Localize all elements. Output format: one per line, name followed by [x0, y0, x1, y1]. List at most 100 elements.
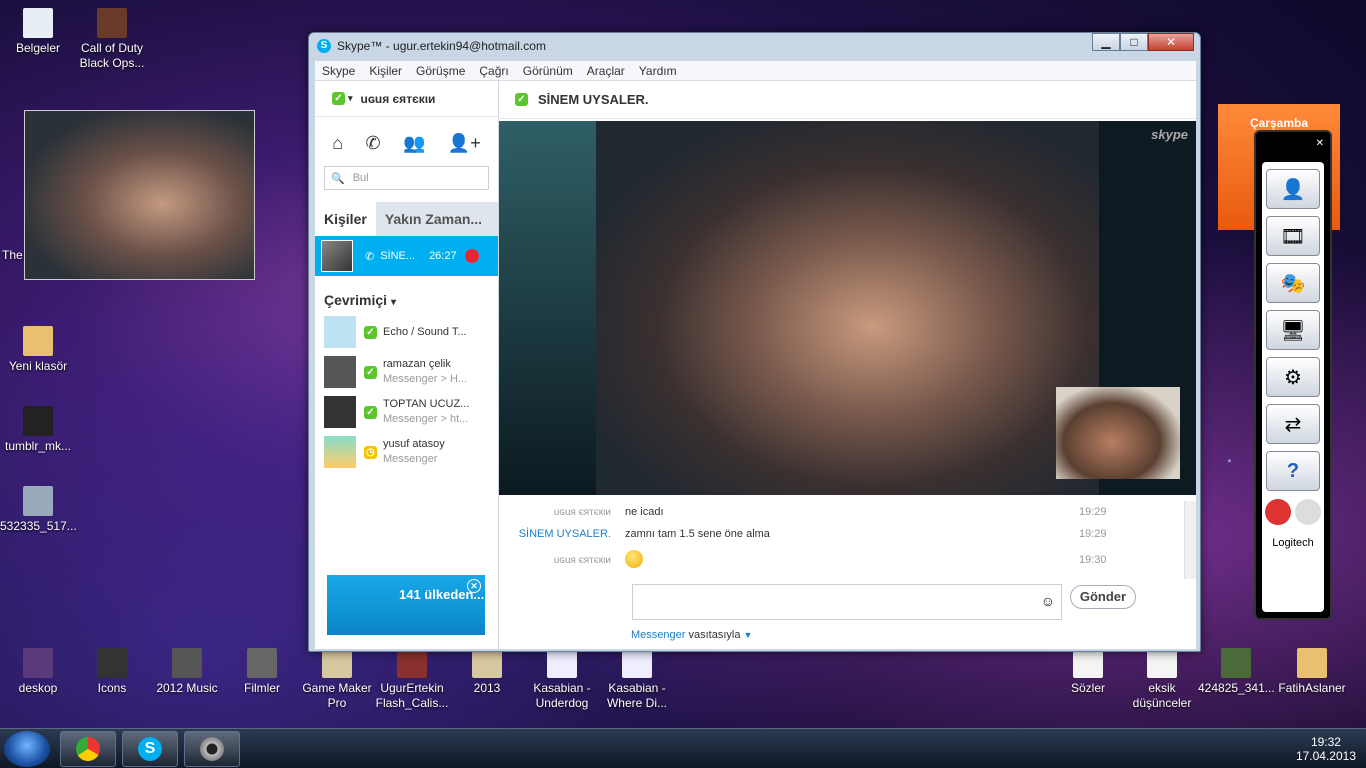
menu-araclar[interactable]: Araçlar — [580, 64, 632, 78]
menu-kisiler[interactable]: Kişiler — [362, 64, 409, 78]
desktop-icon-532335[interactable]: 532335_517... — [0, 486, 77, 534]
home-icon[interactable]: ⌂ — [332, 133, 343, 154]
desktop-icon-kasabian-underdog[interactable]: Kasabian - Underdog — [524, 648, 600, 711]
chat-partner-name: SİNEM UYSALER. — [538, 92, 649, 107]
menu-gorusme[interactable]: Görüşme — [409, 64, 472, 78]
screen-icon[interactable]: 🖥 — [1266, 310, 1320, 350]
folder-icon — [97, 648, 127, 678]
profile-header[interactable]: ✓ ▾ uɢuя єятєкιи — [315, 81, 498, 117]
send-button[interactable]: Gönder — [1070, 585, 1136, 609]
chevron-down-icon[interactable]: ▾ — [348, 93, 353, 104]
help-icon[interactable]: ? — [1266, 451, 1320, 491]
swap-users-icon[interactable]: ⇄ — [1266, 404, 1320, 444]
folder-icon — [23, 326, 53, 356]
chevron-down-icon: ▾ — [390, 297, 396, 308]
mic-off-icon[interactable] — [1265, 499, 1291, 525]
desktop-icon-tumblr[interactable]: tumblr_mk... — [0, 406, 76, 454]
image-file-icon — [1221, 648, 1251, 678]
online-status-icon: ✓ — [364, 325, 377, 339]
system-clock[interactable]: 19:32 17.04.2013 — [1296, 735, 1356, 763]
phone-icon[interactable]: ✆ — [365, 133, 380, 154]
folder-icon — [322, 648, 352, 678]
desktop-icon-kasabian-where[interactable]: Kasabian - Where Di... — [599, 648, 675, 711]
video-call-area[interactable]: skype — [499, 121, 1196, 495]
desktop-icon-deskop[interactable]: deskop — [0, 648, 76, 696]
gadget-close-icon[interactable]: ✕ — [1316, 138, 1324, 149]
menu-gorunum[interactable]: Görünüm — [516, 64, 580, 78]
chevron-down-icon: ▼ — [743, 630, 753, 640]
ad-banner[interactable]: 141 ülkeden... ✕ — [327, 575, 485, 635]
chat-message: SİNEM UYSALER. zamnı tam 1.5 sene öne al… — [518, 528, 1107, 540]
menu-cagri[interactable]: Çağrı — [472, 64, 515, 78]
menu-skype[interactable]: Skype — [315, 64, 362, 78]
chat-message: uɢuя єятєкιи 19:30 — [499, 545, 1189, 575]
contact-status: Messenger > H... — [383, 373, 468, 385]
contact-status: Messenger — [383, 453, 438, 465]
online-section-header[interactable]: Çevrimiçi ▾ — [315, 276, 498, 312]
title-bar[interactable]: S Skype™ - ugur.ertekin94@hotmail.com ▁ … — [309, 33, 1200, 59]
desktop-icon-2012-music[interactable]: 2012 Music — [149, 648, 225, 696]
chrome-taskbar-icon[interactable] — [60, 731, 116, 767]
desktop-icon-424825[interactable]: 424825_341... — [1198, 648, 1275, 696]
list-item[interactable]: ✓ ramazan çelik Messenger > H... — [315, 352, 498, 392]
hangup-icon[interactable] — [464, 249, 479, 263]
minimize-button[interactable]: ▁ — [1092, 33, 1120, 51]
message-input[interactable]: ☺ — [632, 584, 1062, 620]
chat-scrollbar[interactable] — [1184, 501, 1196, 579]
search-placeholder: Bul — [352, 172, 369, 184]
desktop-icon-eksik[interactable]: eksik düşünceler — [1124, 648, 1200, 711]
desktop-icon-yeni-klasor[interactable]: Yeni klasör — [0, 326, 76, 374]
add-contact-icon[interactable]: 👤+ — [448, 133, 481, 154]
menu-yardim[interactable]: Yardım — [632, 64, 684, 78]
online-status-icon[interactable]: ✓ — [332, 92, 345, 105]
tab-kisiler[interactable]: Kişiler — [315, 202, 376, 236]
emoticon-icon[interactable]: ☺ — [1041, 593, 1055, 609]
conversation-header[interactable]: ✓ SİNEM UYSALER. — [499, 81, 1196, 119]
active-call-item[interactable]: ✆ SİNE... 26:27 — [315, 236, 498, 276]
desktop-icon-icons[interactable]: Icons — [74, 648, 150, 696]
close-button[interactable]: ✕ — [1148, 33, 1194, 51]
maximize-button[interactable]: □ — [1120, 33, 1148, 51]
away-status-icon: ◷ — [364, 445, 377, 459]
desktop-icon-belgeler[interactable]: Belgeler — [0, 8, 76, 56]
document-icon — [23, 8, 53, 38]
desktop-icon-fatih[interactable]: FatihAslaner — [1274, 648, 1350, 696]
mp3-icon — [622, 648, 652, 678]
search-input[interactable]: 🔍 Bul — [324, 166, 489, 190]
skype-taskbar-icon[interactable]: S — [122, 731, 178, 767]
tab-yakin-zaman[interactable]: Yakın Zaman... — [375, 202, 498, 236]
send-via-selector[interactable]: Messenger vasıtasıyla ▼ — [631, 629, 752, 641]
close-icon[interactable]: ✕ — [467, 579, 481, 593]
video-effects-icon[interactable]: 🎞 — [1266, 216, 1320, 256]
camera-icon[interactable] — [1295, 499, 1321, 525]
list-item[interactable]: ✓ TOPTAN UCUZ... Messenger > ht... — [315, 392, 498, 432]
desktop-icon-game-maker[interactable]: Game Maker Pro — [299, 648, 375, 711]
desktop-icon-cod[interactable]: Call of Duty Black Ops... — [74, 8, 150, 71]
folder-icon — [1297, 648, 1327, 678]
desktop-icon-2013[interactable]: 2013 — [449, 648, 525, 696]
person-icon[interactable]: 👤 — [1266, 169, 1320, 209]
list-item[interactable]: ◷ yusuf atasoy Messenger — [315, 432, 498, 472]
desktop-icon-filmler[interactable]: Filmler — [224, 648, 300, 696]
desktop-icon-flash[interactable]: UgurErtekin Flash_Calis... — [374, 648, 450, 711]
avatar — [324, 436, 356, 468]
folder-icon — [397, 648, 427, 678]
logitech-logo: Logitech — [1272, 537, 1314, 549]
contact-status: Messenger > ht... — [383, 413, 469, 425]
settings-gears-icon[interactable]: ⚙ — [1266, 357, 1320, 397]
avatar — [324, 356, 356, 388]
avatar — [324, 396, 356, 428]
webcam-taskbar-icon[interactable] — [184, 731, 240, 767]
desktop-icon-sozler[interactable]: Sözler — [1050, 648, 1126, 696]
start-button[interactable] — [4, 731, 50, 767]
masks-icon[interactable]: 🎭 — [1266, 263, 1320, 303]
sidebar: ✓ ▾ uɢuя єятєкιи ⌂ ✆ 👥 👤+ 🔍 Bul Kişiler … — [315, 81, 499, 649]
contact-tabs: Kişiler Yakın Zaman... — [315, 202, 498, 236]
list-item[interactable]: ✓ Echo / Sound T... — [315, 312, 498, 352]
popout-video-preview[interactable] — [24, 110, 255, 280]
group-icon[interactable]: 👥 — [403, 133, 425, 154]
contact-name: ramazan çelik — [383, 358, 451, 370]
self-video-preview[interactable] — [1056, 387, 1180, 479]
skype-logo-icon: S — [317, 39, 331, 53]
skype-watermark: skype — [1151, 127, 1188, 142]
